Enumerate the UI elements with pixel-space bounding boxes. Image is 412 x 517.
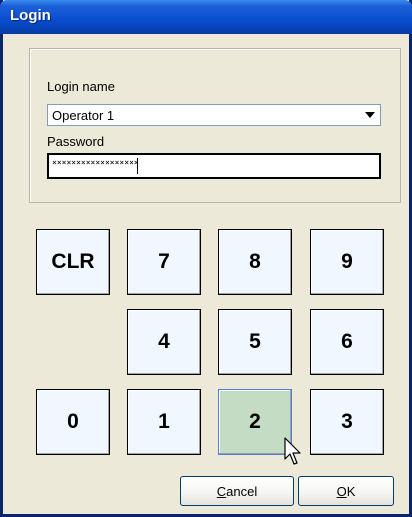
- key-0[interactable]: 0: [36, 389, 110, 455]
- ok-hotkey: O: [336, 483, 347, 499]
- chevron-down-icon[interactable]: [361, 106, 379, 124]
- key-7[interactable]: 7: [127, 229, 201, 295]
- password-value: ××××××××××××××××××: [52, 158, 139, 167]
- key-2[interactable]: 2: [218, 389, 292, 455]
- key-4[interactable]: 4: [127, 309, 201, 375]
- key-1[interactable]: 1: [127, 389, 201, 455]
- mouse-pointer-icon: [284, 437, 301, 465]
- key-clear[interactable]: CLR: [36, 229, 110, 295]
- login-name-dropdown[interactable]: Operator 1: [47, 104, 381, 126]
- ok-label: K: [346, 483, 356, 499]
- cancel-button[interactable]: Cancel: [180, 476, 294, 506]
- text-caret: [137, 158, 138, 174]
- key-6[interactable]: 6: [310, 309, 384, 375]
- cancel-label: ancel: [226, 483, 258, 499]
- title-bar[interactable]: Login: [0, 0, 412, 34]
- window-title: Login: [10, 7, 51, 24]
- login-name-label: Login name: [47, 79, 115, 94]
- login-name-value: Operator 1: [52, 108, 115, 123]
- cancel-hotkey: C: [216, 483, 227, 499]
- password-label: Password: [47, 134, 105, 149]
- ok-button[interactable]: OK: [298, 476, 394, 506]
- key-9[interactable]: 9: [310, 229, 384, 295]
- key-8[interactable]: 8: [218, 229, 292, 295]
- password-field[interactable]: ××××××××××××××××××: [47, 153, 381, 179]
- key-3[interactable]: 3: [310, 389, 384, 455]
- key-5[interactable]: 5: [218, 309, 292, 375]
